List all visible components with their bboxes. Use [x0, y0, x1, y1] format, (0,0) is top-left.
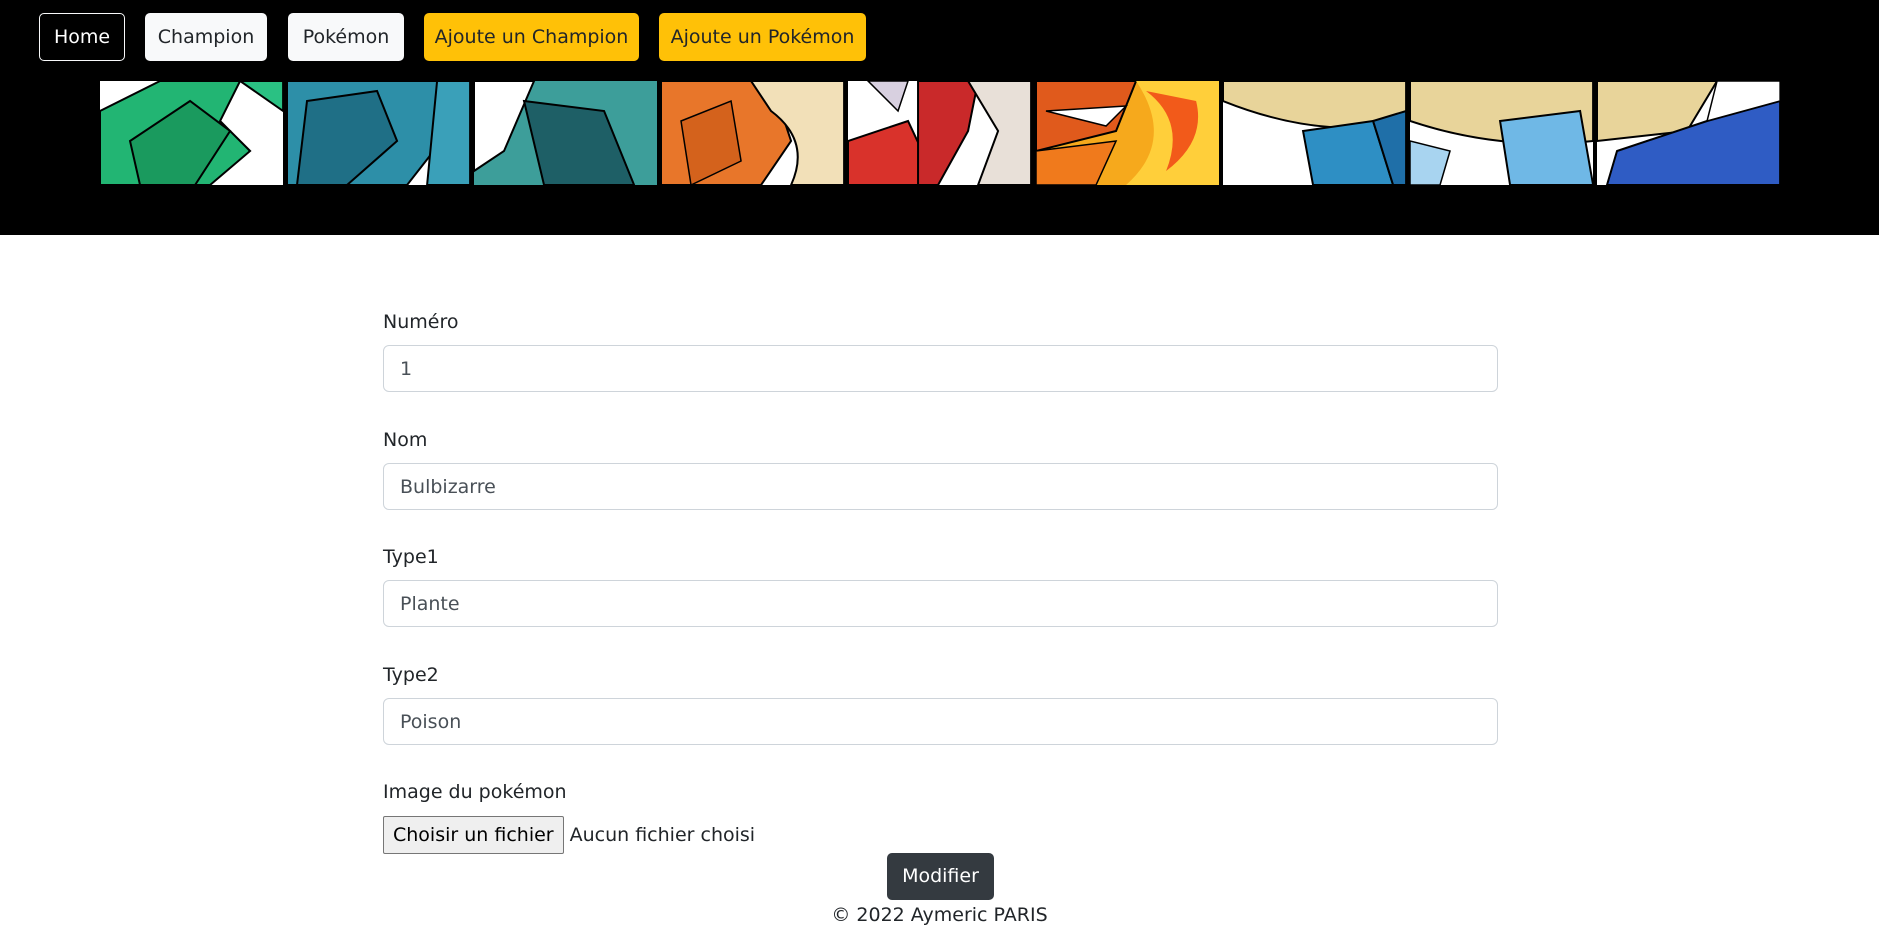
header: Home Champion Pokémon Ajoute un Champion…: [0, 0, 1879, 235]
banner-tile-venusaur: [474, 81, 658, 185]
footer-copyright: © 2022 Aymeric PARIS: [831, 904, 1048, 926]
choose-file-button[interactable]: Choisir un fichier: [383, 816, 564, 854]
add-champion-button[interactable]: Ajoute un Champion: [424, 13, 639, 61]
banner-tile-blastoise: [1596, 81, 1780, 185]
type1-label: Type1: [383, 546, 439, 568]
banner-tile-charmander: [661, 81, 845, 185]
type2-label: Type2: [383, 664, 439, 686]
banner-tile-charmeleon: [848, 81, 1032, 185]
numero-label: Numéro: [383, 311, 459, 333]
file-status-text: Aucun fichier choisi: [569, 824, 756, 846]
type1-input[interactable]: [383, 580, 1498, 627]
nav-pokemon-button[interactable]: Pokémon: [288, 13, 404, 61]
add-pokemon-button[interactable]: Ajoute un Pokémon: [659, 13, 866, 61]
banner-tile-ivysaur: [287, 81, 471, 185]
image-label: Image du pokémon: [383, 781, 567, 803]
banner-tile-charizard: [1035, 81, 1219, 185]
modifier-button[interactable]: Modifier: [887, 853, 994, 900]
nav-home-button[interactable]: Home: [39, 13, 125, 61]
nom-label: Nom: [383, 429, 428, 451]
banner-tile-squirtle: [1222, 81, 1406, 185]
type2-input[interactable]: [383, 698, 1498, 745]
file-input: Choisir un fichier Aucun fichier choisi: [383, 816, 755, 854]
numero-input[interactable]: [383, 345, 1498, 392]
banner-tile-wartortle: [1409, 81, 1593, 185]
pokemon-banner: [100, 81, 1780, 185]
nav-champion-button[interactable]: Champion: [145, 13, 267, 61]
nom-input[interactable]: [383, 463, 1498, 510]
banner-tile-bulbasaur: [100, 81, 284, 185]
